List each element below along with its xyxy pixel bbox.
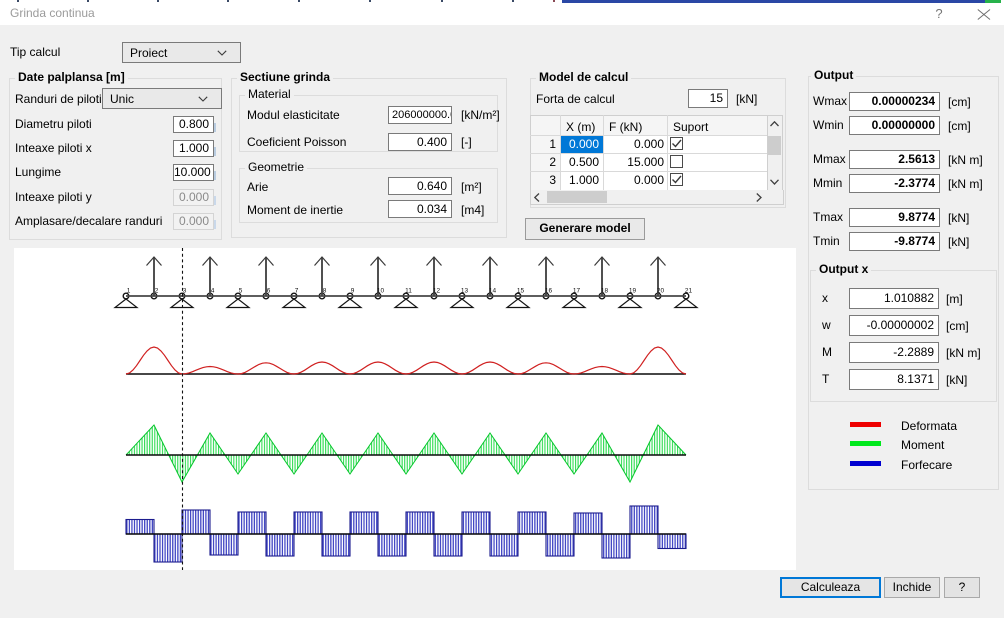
svg-text:3: 3 xyxy=(183,288,187,295)
svg-text:16: 16 xyxy=(545,288,553,295)
svg-text:4: 4 xyxy=(211,288,215,295)
svg-text:17: 17 xyxy=(573,288,581,295)
svg-text:18: 18 xyxy=(601,288,609,295)
svg-text:15: 15 xyxy=(517,288,525,295)
svg-text:12: 12 xyxy=(433,288,441,295)
svg-text:2: 2 xyxy=(155,288,159,295)
svg-text:8: 8 xyxy=(323,288,327,295)
svg-text:10: 10 xyxy=(377,288,385,295)
svg-text:6: 6 xyxy=(267,288,271,295)
svg-text:9: 9 xyxy=(351,288,355,295)
svg-text:1: 1 xyxy=(127,288,131,295)
svg-text:5: 5 xyxy=(239,288,243,295)
svg-text:19: 19 xyxy=(629,288,637,295)
svg-text:11: 11 xyxy=(405,288,412,295)
svg-text:20: 20 xyxy=(657,288,665,295)
svg-text:14: 14 xyxy=(489,288,497,295)
svg-text:13: 13 xyxy=(461,288,469,295)
svg-text:21: 21 xyxy=(685,288,693,295)
svg-text:7: 7 xyxy=(295,288,299,295)
